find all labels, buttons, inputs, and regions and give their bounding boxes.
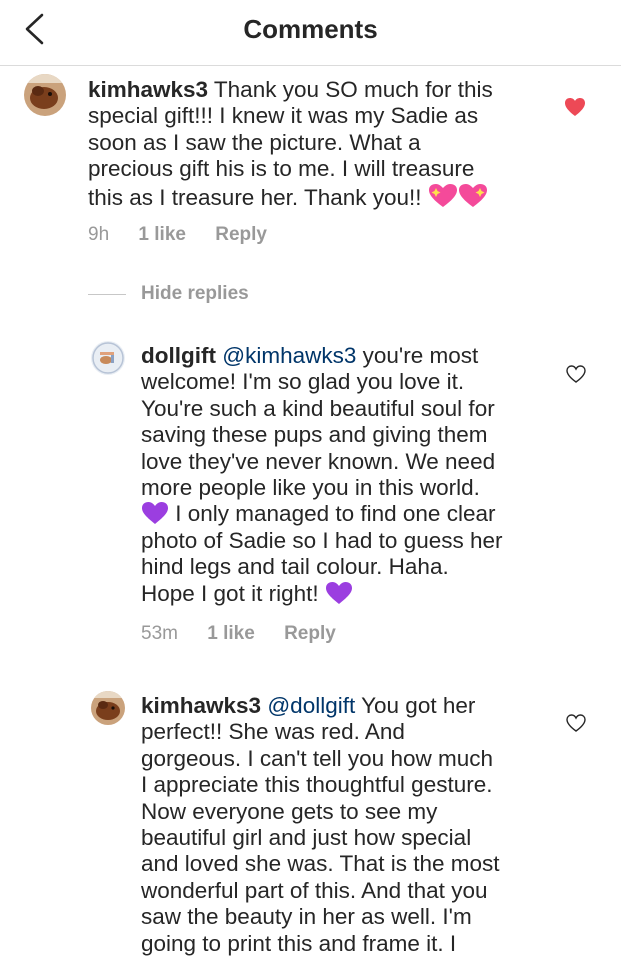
comment-text: dollgift @kimhawks3 you're most welcome!…: [141, 343, 503, 606]
comment-text: kimhawks3 Thank you SO much for this spe…: [88, 77, 493, 210]
comment-username[interactable]: kimhawks3: [141, 693, 261, 718]
comment-username[interactable]: kimhawks3: [88, 77, 208, 102]
comment-time: 53m: [141, 623, 178, 644]
purple-heart-icon: [142, 502, 168, 525]
likes-count[interactable]: 1 like: [207, 623, 255, 644]
heart-liked-icon[interactable]: [564, 97, 586, 117]
comment-meta: 9h 1 like Reply: [88, 224, 291, 246]
mention-link[interactable]: @dollgift: [267, 693, 355, 718]
reply-button[interactable]: Reply: [215, 224, 267, 245]
avatar[interactable]: [91, 341, 125, 375]
sparkling-heart-icon: [428, 183, 457, 207]
avatar[interactable]: [24, 74, 66, 116]
reply-button[interactable]: Reply: [284, 623, 336, 644]
heart-outline-icon[interactable]: [565, 364, 587, 384]
page-title: Comments: [243, 14, 378, 44]
comment-time: 9h: [88, 224, 110, 245]
heart-outline-icon[interactable]: [565, 713, 587, 733]
comment-text: kimhawks3 @dollgift You got her perfect!…: [141, 693, 500, 956]
sparkling-heart-icon: [458, 183, 487, 207]
comment-meta: 53m 1 like Reply: [141, 623, 360, 645]
header-bar: Comments: [0, 0, 621, 66]
comment-username[interactable]: dollgift: [141, 343, 216, 368]
mention-link[interactable]: @kimhawks3: [222, 343, 356, 368]
likes-count[interactable]: 1 like: [138, 224, 186, 245]
divider: [88, 294, 126, 295]
avatar[interactable]: [91, 691, 125, 725]
purple-heart-icon: [325, 581, 352, 604]
